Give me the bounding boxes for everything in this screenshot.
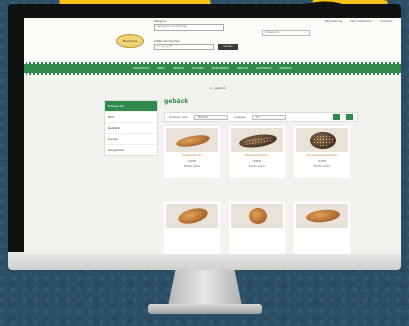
grid-view-icon[interactable] [333,114,340,120]
monitor-chin [8,252,401,270]
product-card[interactable]: Sonnenblumenbrötchen 0,70 € Enthält: Glu… [294,126,350,178]
product-info: Enthält: Gluten [248,165,266,168]
product-toolbar: Sortieren nach Position Anzeigen 12 [164,112,358,122]
nav-item-brot[interactable]: BROT [157,67,165,70]
list-view-icon[interactable] [346,114,353,120]
product-price: 0,60 € [188,160,196,163]
monitor-stand-foot [148,304,262,314]
sidebar-title: Kategorien [105,101,157,111]
main-nav: STARTSEITE BROT GEBÄCK KUCHEN FEINGEBÄCK… [24,62,401,75]
top-link-account[interactable]: Mein Lieferkonto [350,20,372,23]
product-card[interactable] [164,202,220,254]
category-sidebar: Kategorien Brot Gebäck Kuchen Feingebäck [104,100,158,156]
nav-item-gebaeck[interactable]: GEBÄCK [173,67,184,70]
sort-label: Sortieren nach [169,115,189,119]
product-info: Enthält: Gluten [183,165,201,168]
product-card[interactable]: Dinkelbrötchen 0,60 € Enthält: Gluten [164,126,220,178]
product-card[interactable] [294,202,350,254]
product-card[interactable]: Mehrkornbrötchen 0,65 € Enthält: Gluten [229,126,285,178]
product-price: 0,70 € [318,160,326,163]
category-select[interactable]: Kategorie durchsuchen [154,24,224,31]
site-header: Registrierung Mein Lieferkonto Anmelden … [24,18,401,62]
product-image[interactable] [231,204,283,228]
product-price: 0,65 € [253,160,261,163]
show-label: Anzeigen [234,115,246,119]
nav-item-home[interactable]: STARTSEITE [133,67,149,70]
product-name[interactable]: Sonnenblumenbrötchen [294,154,350,157]
seeded-roll-image [238,132,278,150]
product-image[interactable] [166,128,218,152]
product-name[interactable]: Mehrkornbrötchen [229,154,285,157]
sidebar-item-gebaeck[interactable]: Gebäck [105,122,157,133]
croissant-image [305,208,341,224]
search-button[interactable]: Suchen [218,44,238,50]
logo-text: Backhaus [122,39,138,43]
sidebar-item-feingebaeck[interactable]: Feingebäck [105,144,157,155]
roll-image [249,208,267,224]
top-link-login[interactable]: Anmelden [380,20,393,23]
product-image[interactable] [296,204,348,228]
keyword-label: Artikel durchsuchen [154,40,180,43]
breadcrumb[interactable]: ⌂ / gebäck [210,86,226,90]
nav-item-kontakt[interactable]: KONTAKT [279,67,291,70]
category-label: Kategorie [154,20,167,23]
baguette-image [175,133,211,149]
nav-item-angebote[interactable]: ANGEBOTE [256,67,271,70]
product-info: Enthält: Gluten [313,165,331,168]
nav-item-feingebaeck[interactable]: FEINGEBÄCK [212,67,230,70]
product-name[interactable]: Dinkelbrötchen [164,154,220,157]
sidebar-item-brot[interactable]: Brot [105,111,157,122]
top-link-register[interactable]: Registrierung [325,20,342,23]
product-image[interactable] [296,128,348,152]
sort-select[interactable]: Position [194,114,229,120]
sidebar-item-kuchen[interactable]: Kuchen [105,133,157,144]
roll-image [176,205,210,227]
search-input[interactable]: Suchbegriff [154,44,214,50]
product-image[interactable] [166,204,218,228]
monitor-stand-neck [168,270,242,306]
monitor-screen: Registrierung Mein Lieferkonto Anmelden … [24,18,401,254]
product-image[interactable] [231,128,283,152]
product-card[interactable] [229,202,285,254]
cart-field[interactable]: Warenkorb [262,30,310,36]
nav-item-kuchen[interactable]: KUCHEN [192,67,203,70]
page-title: gebäck [164,98,189,105]
show-select[interactable]: 12 [252,114,286,120]
nav-item-snacks[interactable]: SNACKS [237,67,248,70]
seeded-roll-image [310,132,336,149]
top-links: Registrierung Mein Lieferkonto Anmelden [325,20,393,23]
site-logo[interactable]: Backhaus [116,34,144,48]
